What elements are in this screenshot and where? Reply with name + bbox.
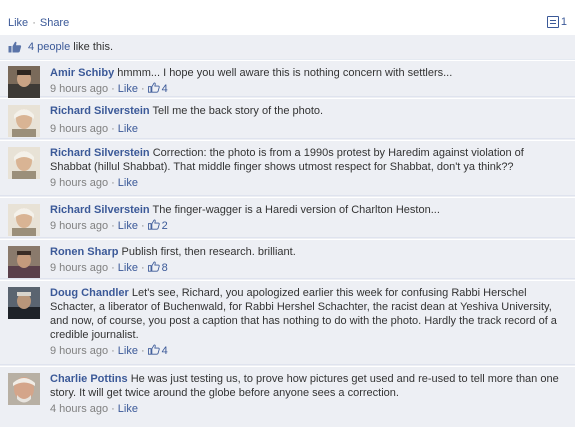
comment-item: Richard Silverstein Correction: the phot… [0, 140, 575, 196]
avatar[interactable] [8, 373, 40, 405]
likes-summary-text: like this. [73, 41, 114, 53]
avatar[interactable] [8, 204, 40, 236]
comment-item: Charlie Pottins He was just testing us, … [0, 366, 575, 427]
comment-like-count[interactable]: 8 [162, 262, 168, 274]
comment-like-count[interactable]: 2 [162, 220, 168, 232]
comment-like-count[interactable]: 4 [162, 345, 168, 357]
comment-item: Richard Silverstein Tell me the back sto… [0, 98, 575, 139]
comment-meta: 9 hours ago · Like [50, 123, 138, 135]
comment-like-link[interactable]: Like [118, 123, 138, 135]
comment-meta: 9 hours ago · Like [50, 177, 138, 189]
comment-timestamp: 9 hours ago [50, 177, 109, 189]
comment-text: Tell me the back story of the photo. [152, 105, 324, 117]
comment-item: Amir Schiby hmmm... I hope you well awar… [0, 60, 575, 98]
comment-timestamp: 4 hours ago [50, 403, 109, 415]
thumbs-up-icon [147, 344, 162, 356]
comment-like-link[interactable]: Like [118, 403, 138, 415]
comment-author[interactable]: Ronen Sharp [50, 246, 118, 258]
comment-author[interactable]: Amir Schiby [50, 67, 114, 79]
separator-dot: · [32, 17, 36, 29]
like-post-link[interactable]: Like [8, 17, 28, 29]
avatar[interactable] [8, 246, 40, 278]
thumbs-up-icon [147, 261, 162, 273]
avatar[interactable] [8, 105, 40, 137]
comment-like-link[interactable]: Like [118, 177, 138, 189]
comment-like-link[interactable]: Like [118, 220, 138, 232]
comments-feed: 4 people like this. Amir Schiby hmmm... … [0, 35, 575, 427]
share-post-link[interactable]: Share [40, 17, 69, 29]
comment-text: hmmm... I hope you well aware this is no… [117, 67, 453, 79]
comment-bubble-icon [546, 16, 559, 28]
thumbs-up-icon [147, 82, 162, 94]
comment-count-number: 1 [560, 16, 567, 28]
comment-like-link[interactable]: Like [118, 83, 138, 95]
thumbs-up-icon [8, 41, 22, 53]
comment-item: Ronen Sharp Publish first, then research… [0, 239, 575, 279]
comment-meta: 9 hours ago · Like · 8 [50, 261, 168, 274]
avatar[interactable] [8, 287, 40, 319]
thumbs-up-icon [147, 219, 162, 231]
comment-timestamp: 9 hours ago [50, 123, 109, 135]
avatar[interactable] [8, 147, 40, 179]
comment-author[interactable]: Richard Silverstein [50, 204, 150, 216]
likes-summary: 4 people like this. [0, 35, 575, 60]
comment-timestamp: 9 hours ago [50, 220, 109, 232]
post-actions-bar: Like · Share 1 [0, 12, 575, 34]
comment-author[interactable]: Charlie Pottins [50, 373, 128, 385]
comment-item: Doug Chandler Let's see, Richard, you ap… [0, 280, 575, 365]
comment-text: Publish first, then research. brilliant. [121, 246, 296, 258]
comment-author[interactable]: Richard Silverstein [50, 105, 150, 117]
comment-like-link[interactable]: Like [118, 262, 138, 274]
comment-timestamp: 9 hours ago [50, 262, 109, 274]
comment-author[interactable]: Doug Chandler [50, 287, 129, 299]
comment-meta: 4 hours ago · Like [50, 403, 138, 415]
likes-count-link[interactable]: 4 people [28, 41, 70, 53]
comment-meta: 9 hours ago · Like · 4 [50, 82, 168, 95]
avatar[interactable] [8, 66, 40, 98]
comment-text: The finger-wagger is a Haredi version of… [152, 204, 440, 216]
comment-like-link[interactable]: Like [118, 345, 138, 357]
comment-meta: 9 hours ago · Like · 4 [50, 344, 168, 357]
comment-count[interactable]: 1 [546, 16, 567, 28]
comment-item: Richard Silverstein The finger-wagger is… [0, 197, 575, 238]
comment-like-count[interactable]: 4 [162, 83, 168, 95]
comment-author[interactable]: Richard Silverstein [50, 147, 150, 159]
comment-timestamp: 9 hours ago [50, 83, 109, 95]
comment-timestamp: 9 hours ago [50, 345, 109, 357]
comment-meta: 9 hours ago · Like · 2 [50, 219, 168, 232]
